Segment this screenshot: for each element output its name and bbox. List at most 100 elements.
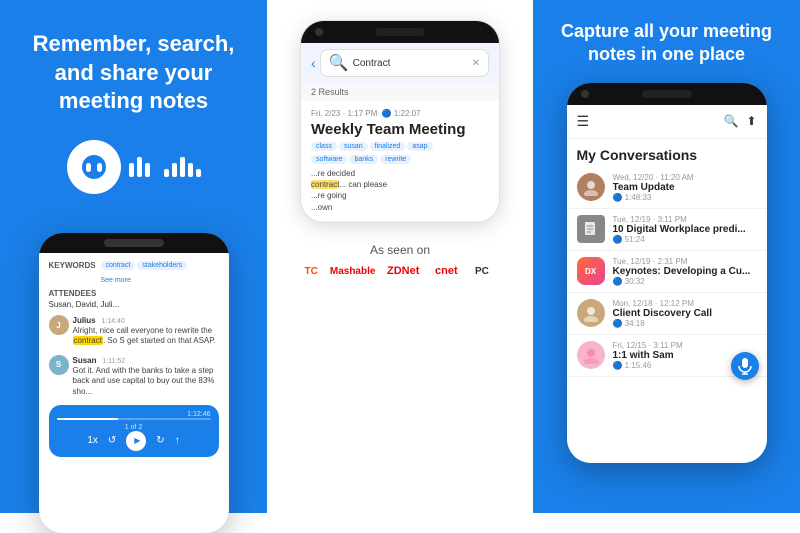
search-bar[interactable]: 🔍 Contract ✕ (320, 49, 489, 77)
audio-player: 1:12:46 1 of 2 1x ↺ ▶ ↻ ↑ (49, 405, 219, 457)
see-more-link[interactable]: See more (101, 277, 131, 284)
transcript-snippet: ...re decided contract... can please ...… (311, 168, 489, 213)
record-button[interactable] (731, 352, 759, 380)
chat-bubble-julius: J Julius 1:14:40 Alright, nice call ever… (49, 315, 219, 347)
clear-search-button[interactable]: ✕ (472, 58, 480, 69)
conv-date-3: Tue, 12/19 · 2:31 PM (613, 257, 757, 266)
notch (642, 90, 692, 98)
player-fill (57, 418, 119, 420)
keyword-chips: class susan finalized asap (311, 142, 489, 151)
conv-date-5: Fri, 12/15 · 3:11 PM (613, 341, 757, 350)
svg-text:cnet: cnet (435, 265, 458, 277)
conv-duration-1: 🔵 1:48:33 (613, 193, 757, 202)
conversation-item[interactable]: Fri, 12/15 · 3:11 PM 1:1 with Sam 🔵 1:15… (567, 335, 767, 377)
left-tagline: Remember, search, and share your meeting… (20, 30, 247, 116)
chat-body-susan: Got it. And with the banks to take a ste… (73, 366, 219, 397)
conv-info-1: Wed, 12/20 · 11:20 AM Team Update 🔵 1:48… (613, 173, 757, 202)
my-conversations-title: My Conversations (567, 139, 767, 167)
conv-date-1: Wed, 12/20 · 11:20 AM (613, 173, 757, 182)
conv-name-3: Keynotes: Developing a Cu... (613, 266, 757, 277)
conv-avatar-2 (577, 215, 605, 243)
logo-circle (67, 140, 121, 194)
conv-name-2: 10 Digital Workplace predi... (613, 224, 757, 235)
as-seen-on-section: As seen on TC Mashable ZDNet cnet PC (305, 243, 496, 280)
chip-software: software (311, 155, 347, 164)
hamburger-icon[interactable]: ☰ (577, 113, 590, 130)
meeting-card: Fri, 2/23 · 1:17 PM 🔵 1:22:07 Weekly Tea… (301, 101, 499, 222)
play-icon: ▶ (134, 436, 140, 445)
phone-mid-mockup: ‹ 🔍 Contract ✕ 2 Results Fri, 2/23 · 1:1… (300, 20, 500, 223)
conv-duration-2: 🔵 51:24 (613, 235, 757, 244)
chip-banks: banks (349, 155, 378, 164)
search-icon: 🔍 (329, 53, 349, 73)
header-action-icons: 🔍 ⬆ (723, 114, 756, 128)
conv-name-4: Client Discovery Call (613, 308, 757, 319)
chip-susan: susan (339, 142, 368, 151)
rewind-button[interactable]: ↺ (108, 435, 116, 446)
attendees-label: ATTENDEES (49, 289, 219, 298)
back-button[interactable]: ‹ (311, 55, 316, 71)
app-header: ☰ 🔍 ⬆ (567, 105, 767, 139)
panel-mid: ‹ 🔍 Contract ✕ 2 Results Fri, 2/23 · 1:1… (267, 0, 533, 513)
attendees-value: Susan, David, Juli... (49, 300, 219, 309)
conv-name-1: Team Update (613, 182, 757, 193)
techcrunch-logo: TC (305, 266, 318, 277)
chat-name-julius: Julius (73, 316, 96, 325)
camera (581, 90, 589, 98)
keyword-chip: contract (101, 261, 136, 270)
share-button[interactable]: ↑ (175, 435, 180, 446)
speed-button[interactable]: 1x (87, 435, 98, 446)
conversation-item[interactable]: Mon, 12/18 · 12:12 PM Client Discovery C… (567, 293, 767, 335)
avatar-susan: S (49, 355, 69, 375)
phone-left-mockup: KEYWORDS contract stakeholders See more … (39, 233, 229, 533)
conversation-item[interactable]: Wed, 12/20 · 11:20 AM Team Update 🔵 1:48… (567, 167, 767, 209)
chat-bubble-susan: S Susan 1:11:52 Got it. And with the ban… (49, 355, 219, 397)
chip-class: class (311, 142, 337, 151)
right-tagline: Capture all your meeting notes in one pl… (549, 20, 784, 67)
conv-info-2: Tue, 12/19 · 3:11 PM 10 Digital Workplac… (613, 215, 757, 244)
player-controls: 1x ↺ ▶ ↻ ↑ (57, 431, 211, 451)
phone-right-notch (567, 83, 767, 105)
results-count: 2 Results (301, 83, 499, 101)
chip-rewrite: rewrite (380, 155, 411, 164)
logo-bars (129, 157, 201, 177)
conv-avatar-4 (577, 299, 605, 327)
zdnet-logo: ZDNet (387, 263, 423, 280)
conv-date-2: Tue, 12/19 · 3:11 PM (613, 215, 757, 224)
player-progress-bar[interactable] (57, 418, 211, 420)
notch-camera (315, 28, 323, 36)
search-query-text: Contract (353, 58, 391, 69)
conv-date-4: Mon, 12/18 · 12:12 PM (613, 299, 757, 308)
conv-avatar-5 (577, 341, 605, 369)
chat-name-susan: Susan (73, 356, 97, 365)
conversation-item[interactable]: Tue, 12/19 · 3:11 PM 10 Digital Workplac… (567, 209, 767, 251)
otter-logo (67, 140, 201, 194)
meeting-meta: Fri, 2/23 · 1:17 PM 🔵 1:22:07 (311, 109, 489, 118)
chat-time-susan: 1:11:52 (102, 358, 125, 365)
chat-time-julius: 1:14:40 (101, 318, 124, 325)
conv-info-3: Tue, 12/19 · 2:31 PM Keynotes: Developin… (613, 257, 757, 286)
chip-asap: asap (407, 142, 432, 151)
share-icon[interactable]: ⬆ (746, 114, 756, 128)
meeting-title: Weekly Team Meeting (311, 121, 489, 138)
conv-avatar-3: DX (577, 257, 605, 285)
forward-button[interactable]: ↻ (156, 435, 164, 446)
search-icon[interactable]: 🔍 (723, 114, 738, 128)
keyword-chip: stakeholders (137, 261, 187, 270)
media-logos: TC Mashable ZDNet cnet PC (305, 263, 496, 280)
panel-right: Capture all your meeting notes in one pl… (533, 0, 800, 513)
conv-info-4: Mon, 12/18 · 12:12 PM Client Discovery C… (613, 299, 757, 328)
avatar-julius: J (49, 315, 69, 335)
conv-duration-4: 🔵 34:18 (613, 319, 757, 328)
play-button[interactable]: ▶ (126, 431, 146, 451)
phone-notch (39, 233, 229, 253)
notch-bar (375, 28, 425, 36)
pcmag-logo: PC (475, 263, 495, 280)
conversation-item[interactable]: DX Tue, 12/19 · 2:31 PM Keynotes: Develo… (567, 251, 767, 293)
player-elapsed: 1:12:46 (57, 411, 211, 418)
conv-duration-3: 🔵 30:32 (613, 277, 757, 286)
keyword-chips-2: software banks rewrite (311, 155, 489, 164)
as-seen-label: As seen on (305, 243, 496, 257)
conv-avatar-1 (577, 173, 605, 201)
chip-finalized: finalized (370, 142, 406, 151)
